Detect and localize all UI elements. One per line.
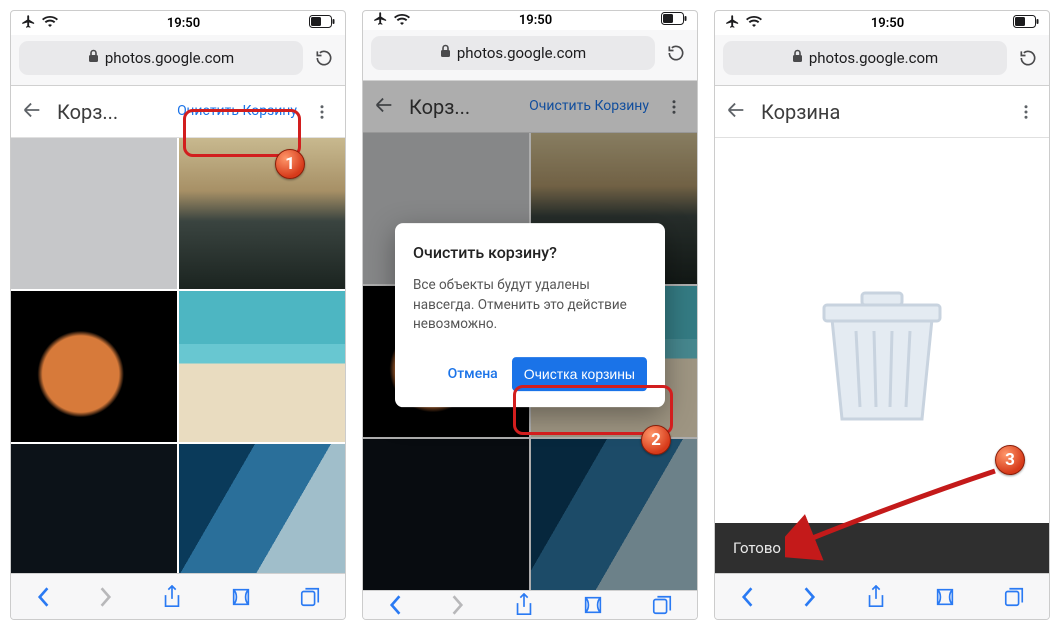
more-icon[interactable] (1013, 103, 1039, 121)
wifi-icon (394, 13, 410, 29)
battery-icon (661, 12, 687, 29)
callout-badge: 3 (995, 445, 1025, 475)
tabs-icon[interactable] (299, 586, 321, 608)
share-icon[interactable] (162, 585, 182, 609)
bookmarks-icon[interactable] (582, 594, 604, 616)
callout-badge: 1 (275, 149, 305, 179)
photo-thumbnail[interactable] (531, 439, 697, 590)
nav-forward-icon[interactable] (802, 586, 818, 608)
battery-icon (309, 15, 335, 32)
address-url: photos.google.com (809, 49, 938, 67)
lock-icon (440, 44, 451, 62)
screenshot-1: 19:50 photos.google.com Корз... Очистить… (10, 10, 346, 620)
nav-forward-icon (98, 586, 114, 608)
empty-trash-area (715, 138, 1049, 573)
address-field[interactable]: photos.google.com (723, 41, 1007, 75)
airplane-mode-icon (725, 14, 740, 33)
dialog-body: Все объекты будут удалены навсегда. Отме… (413, 276, 647, 335)
screenshot-2: 19:50 photos.google.com Корз... Очистить… (362, 10, 698, 620)
photo-grid (11, 138, 345, 573)
lock-icon (88, 49, 99, 67)
address-url: photos.google.com (457, 44, 586, 62)
photo-thumbnail[interactable] (11, 444, 177, 573)
photo-thumbnail[interactable] (363, 439, 529, 590)
bookmarks-icon[interactable] (230, 586, 252, 608)
nav-back-icon[interactable] (387, 594, 403, 616)
safari-address-bar: photos.google.com (715, 35, 1049, 86)
more-icon[interactable] (661, 98, 687, 116)
toast: Готово (715, 523, 1049, 573)
battery-icon (1013, 15, 1039, 32)
photo-thumbnail[interactable] (11, 291, 177, 442)
cancel-button[interactable]: Отмена (448, 366, 498, 382)
dialog-title: Очистить корзину? (413, 243, 647, 262)
bookmarks-icon[interactable] (934, 586, 956, 608)
share-icon[interactable] (866, 585, 886, 609)
safari-toolbar (363, 590, 697, 619)
clock: 19:50 (871, 16, 904, 31)
trash-icon (812, 279, 952, 433)
nav-back-icon[interactable] (739, 586, 755, 608)
toast-text: Готово (733, 539, 781, 557)
photo-thumbnail[interactable] (179, 138, 345, 289)
clock: 19:50 (167, 16, 200, 31)
safari-address-bar: photos.google.com (11, 35, 345, 86)
photo-thumbnail[interactable] (179, 444, 345, 573)
reload-icon[interactable] (1015, 48, 1041, 68)
back-icon[interactable] (725, 99, 747, 125)
photo-thumbnail[interactable] (11, 138, 177, 289)
airplane-mode-icon (21, 14, 36, 33)
page-title: Корзина (761, 100, 1005, 124)
photo-thumbnail[interactable] (179, 291, 345, 442)
reload-icon[interactable] (311, 48, 337, 68)
confirm-empty-trash-button[interactable]: Очистка корзины (512, 357, 647, 391)
app-header: Корз... Очистить Корзину (363, 81, 697, 133)
tabs-icon[interactable] (651, 594, 673, 616)
nav-forward-icon (450, 594, 466, 616)
reload-icon[interactable] (663, 43, 689, 63)
callout-badge: 2 (641, 425, 671, 455)
confirm-dialog: Очистить корзину? Все объекты будут удал… (395, 223, 665, 407)
nav-back-icon[interactable] (35, 586, 51, 608)
wifi-icon (42, 15, 58, 31)
airplane-mode-icon (373, 11, 388, 30)
app-header: Корз... Очистить Корзину (11, 86, 345, 138)
more-icon[interactable] (309, 103, 335, 121)
screenshot-3: 19:50 photos.google.com Корзина (714, 10, 1050, 620)
lock-icon (792, 49, 803, 67)
safari-toolbar (11, 573, 345, 619)
safari-toolbar (715, 573, 1049, 619)
wifi-icon (746, 15, 762, 31)
status-bar: 19:50 (715, 11, 1049, 35)
clear-trash-link[interactable]: Очистить Корзину (173, 101, 301, 121)
clear-trash-link[interactable]: Очистить Корзину (525, 96, 653, 116)
back-icon[interactable] (373, 94, 395, 120)
address-field[interactable]: photos.google.com (371, 36, 655, 70)
app-header: Корзина (715, 86, 1049, 138)
page-title: Корз... (409, 95, 517, 119)
clock: 19:50 (519, 13, 552, 28)
address-field[interactable]: photos.google.com (19, 41, 303, 75)
status-bar: 19:50 (363, 11, 697, 30)
status-bar: 19:50 (11, 11, 345, 35)
back-icon[interactable] (21, 99, 43, 125)
address-url: photos.google.com (105, 49, 234, 67)
share-icon[interactable] (514, 593, 534, 617)
safari-address-bar: photos.google.com (363, 30, 697, 81)
page-title: Корз... (57, 100, 165, 124)
tabs-icon[interactable] (1003, 586, 1025, 608)
